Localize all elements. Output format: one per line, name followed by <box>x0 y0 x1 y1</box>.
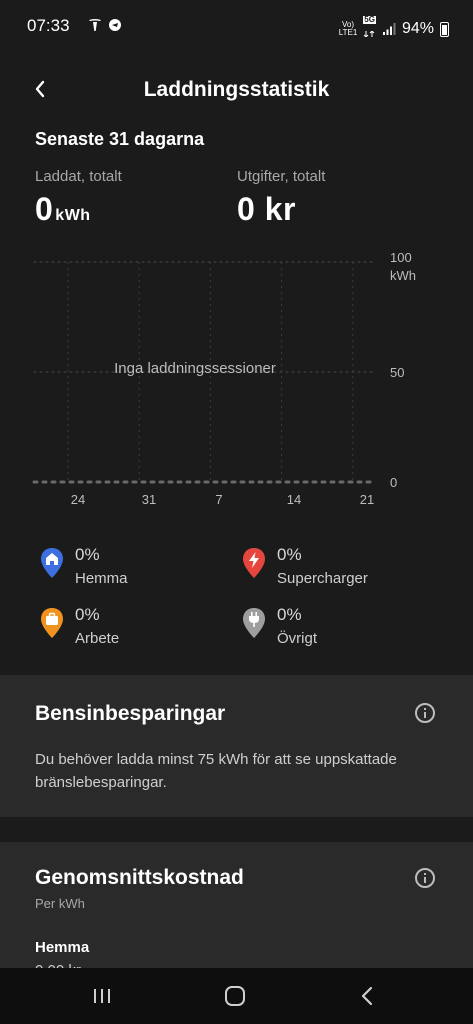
x-tick-label: 21 <box>360 492 374 507</box>
legend-home-percent: 0% <box>75 545 100 564</box>
cost-total-value: 0 kr <box>237 191 296 227</box>
charged-total-unit: kWh <box>55 207 91 224</box>
recent-apps-button[interactable] <box>87 982 117 1010</box>
legend-other-percent: 0% <box>277 605 302 624</box>
legend-other-label: Övrigt <box>277 630 318 647</box>
average-cost-subtitle: Per kWh <box>35 896 85 911</box>
average-cost-title: Genomsnittskostnad <box>35 866 244 889</box>
cost-total: Utgifter, totalt 0 kr <box>237 168 325 228</box>
y-tick-label: 100 <box>390 250 412 265</box>
legend-work-label: Arbete <box>75 630 120 647</box>
back-arrow-icon <box>361 986 373 1006</box>
page-title: Laddningsstatistik <box>143 78 330 101</box>
screen: 07:33 Vo) LTE1 5G 94% Laddningsstatistik… <box>0 0 473 1024</box>
fuel-savings-title: Bensinbesparingar <box>35 702 226 725</box>
signal-icon <box>382 23 396 35</box>
home-icon <box>41 548 63 578</box>
legend-supercharger-percent: 0% <box>277 545 302 564</box>
legend-item-other: 0% Övrigt <box>237 605 427 651</box>
legend-item-supercharger: 0% Supercharger <box>237 545 427 591</box>
charged-total: Laddat, totalt 0 kWh <box>35 168 122 228</box>
x-tick-label: 7 <box>215 492 222 507</box>
legend-work-percent: 0% <box>75 605 100 624</box>
home-circle-icon <box>225 986 245 1006</box>
average-cost-card: Genomsnittskostnad Per kWh Hemma 0,00 kr <box>0 842 473 979</box>
x-tick-label: 31 <box>142 492 156 507</box>
x-tick-label: 24 <box>71 492 85 507</box>
charging-legend: 0% Hemma 0% Supercharger 0% Arbete 0% Öv… <box>35 545 435 655</box>
app-status-icon <box>109 19 121 31</box>
status-bar: 07:33 Vo) LTE1 5G 94% <box>0 0 473 56</box>
tesla-icon <box>89 19 101 31</box>
info-icon[interactable] <box>415 868 435 888</box>
system-nav-bar <box>0 968 473 1024</box>
y-unit-label: kWh <box>390 268 416 283</box>
home-button[interactable] <box>220 982 250 1010</box>
cost-total-label: Utgifter, totalt <box>237 168 326 185</box>
y-tick-label: 50 <box>390 365 404 380</box>
fuel-savings-text: Du behöver ladda minst 75 kWh för att se… <box>35 751 397 791</box>
lightning-icon <box>243 548 265 578</box>
average-cost-home-label: Hemma <box>35 939 90 956</box>
plug-icon <box>243 608 265 638</box>
briefcase-icon <box>41 608 63 638</box>
legend-home-label: Hemma <box>75 570 128 587</box>
chart-svg: 0 50 100 kWh 24 31 7 14 21 <box>32 250 416 507</box>
info-icon[interactable] <box>415 703 435 723</box>
charged-total-label: Laddat, totalt <box>35 168 122 185</box>
legend-item-work: 0% Arbete <box>35 605 225 651</box>
y-tick-label: 0 <box>390 475 397 490</box>
legend-item-home: 0% Hemma <box>35 545 225 591</box>
network-5g-icon: 5G <box>363 16 376 42</box>
fuel-savings-card: Bensinbesparingar Du behöver ladda minst… <box>0 675 473 817</box>
battery-icon <box>440 21 449 37</box>
recent-apps-icon <box>94 989 110 1003</box>
charged-total-value: 0 <box>35 191 54 227</box>
volte-icon: Vo) LTE1 <box>338 20 358 37</box>
x-tick-label: 14 <box>287 492 301 507</box>
charging-chart: 0 50 100 kWh 24 31 7 14 21 Inga laddningssession… <box>30 250 460 520</box>
status-time: 07:33 <box>27 16 70 35</box>
empty-chart-message: Inga laddningssessioner <box>114 360 276 377</box>
battery-percent: 94% <box>401 20 434 37</box>
header: Laddningsstatistik <box>0 66 473 112</box>
period-title: Senaste 31 dagarna <box>35 129 205 149</box>
legend-supercharger-label: Supercharger <box>277 570 368 587</box>
system-back-button[interactable] <box>353 982 383 1010</box>
